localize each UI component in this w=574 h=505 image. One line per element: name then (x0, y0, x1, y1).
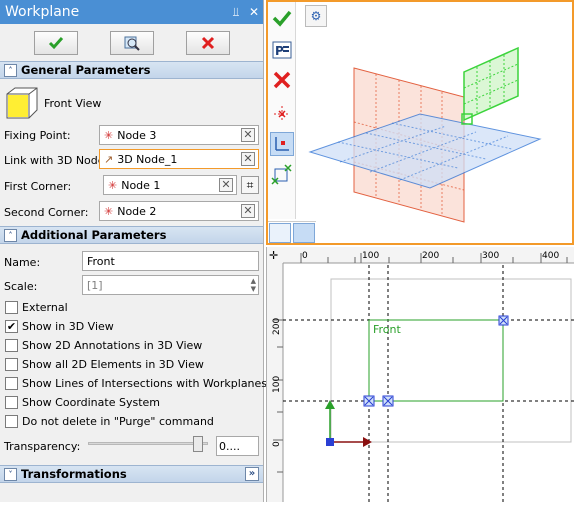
slider-thumb[interactable] (192, 436, 203, 452)
more-icon[interactable]: » (245, 467, 259, 481)
option-checkbox-label: Do not delete in "Purge" command (22, 415, 214, 428)
fixing-point-field[interactable]: ✳ Node 3 ✕ (99, 125, 259, 145)
ruler-tick-label: 0 (302, 251, 308, 261)
ruler-tick-label: 200 (272, 318, 282, 335)
second-corner-field[interactable]: ✳ Node 2 ✕ (99, 201, 259, 221)
node-icon: ✳ (104, 128, 114, 142)
first-corner-label: First Corner: (4, 180, 72, 193)
3d-node-icon: ↗ (104, 152, 114, 166)
scale-value: [1] (87, 278, 103, 292)
clear-link-button[interactable]: ✕ (241, 152, 255, 166)
3d-view[interactable]: P ⚙ (266, 0, 574, 245)
ground-plane (308, 113, 542, 189)
workplane-panel: Workplane ⫫ ✕ ˄ General Parameters Front… (0, 0, 268, 502)
clear-first-corner-button[interactable]: ✕ (219, 178, 233, 192)
preview-button[interactable] (109, 31, 154, 55)
link-3d-node-value: 3D Node_1 (117, 152, 178, 166)
option-checkbox-label: Show 2D Annotations in 3D View (22, 339, 203, 352)
additional-parameters-header[interactable]: ˄ Additional Parameters (0, 226, 263, 244)
move-icon[interactable]: ✛ (269, 249, 278, 262)
expand-icon[interactable]: ˅ (4, 467, 17, 481)
fixing-point-value: Node 3 (117, 128, 157, 142)
link-3d-node-label: Link with 3D Node: (4, 154, 109, 167)
first-corner-field[interactable]: ✳ Node 1 ✕ (103, 175, 237, 195)
apply-icon[interactable] (270, 6, 294, 30)
name-input[interactable]: Front (82, 251, 259, 271)
ok-button[interactable] (33, 31, 78, 55)
name-label: Name: (4, 256, 41, 269)
scale-input[interactable]: [1] ▲ ▼ (82, 275, 259, 295)
snap-corner-icon[interactable]: ⌗ (241, 176, 259, 194)
workplane-name-label: Front (373, 323, 402, 336)
panel-toolbar (0, 24, 263, 62)
ruler-tick-label: 200 (422, 251, 439, 261)
second-corner-label: Second Corner: (4, 206, 89, 219)
additional-parameters-title: Additional Parameters (21, 228, 167, 242)
name-value: Front (87, 254, 115, 268)
transparency-slider[interactable] (88, 436, 208, 452)
2d-drawing: 0 100 200 300 400 200 100 0 ✛ Front (267, 247, 574, 502)
transformations-header[interactable]: ˅ Transformations » (0, 465, 263, 483)
single-view-tab[interactable] (269, 223, 291, 243)
ruler-tick-label: 100 (272, 376, 282, 393)
parameters-icon[interactable]: P (270, 38, 294, 62)
view-toolbar: P (268, 2, 296, 219)
option-checkbox-label: External (22, 301, 68, 314)
collapse-icon[interactable]: ˄ (4, 228, 17, 242)
option-checkbox[interactable] (5, 396, 18, 409)
option-checkbox-label: Show in 3D View (22, 320, 114, 333)
panel-titlebar: Workplane ⫫ ✕ (0, 0, 263, 24)
axis-icon (325, 400, 372, 447)
pin-icon[interactable]: ⫫ (227, 5, 245, 20)
transparency-input[interactable]: 0.... (216, 436, 259, 456)
general-parameters-header[interactable]: ˄ General Parameters (0, 61, 263, 79)
node-icon: ✳ (104, 204, 114, 218)
option-checkbox[interactable] (5, 377, 18, 390)
close-panel-icon[interactable]: ✕ (245, 5, 263, 19)
option-checkbox-label: Show Lines of Intersections with Workpla… (22, 377, 268, 390)
option-checkbox-label: Show all 2D Elements in 3D View (22, 358, 204, 371)
cancel-button[interactable] (185, 31, 230, 55)
option-checkbox[interactable] (5, 339, 18, 352)
transparency-value: 0.... (219, 439, 240, 453)
node-snap-icon[interactable] (270, 102, 294, 126)
panel-title: Workplane (5, 4, 80, 20)
svg-text:P: P (275, 44, 284, 58)
transparency-label: Transparency: (4, 440, 81, 453)
scale-spinner[interactable]: ▲ ▼ (251, 277, 256, 293)
option-checkbox-label: Show Coordinate System (22, 396, 160, 409)
ruler-tick-label: 100 (362, 251, 379, 261)
second-corner-value: Node 2 (117, 204, 157, 218)
collapse-icon[interactable]: ˄ (4, 63, 17, 77)
view-type-label: Front View (44, 97, 102, 110)
coordinate-system-icon[interactable] (270, 132, 294, 156)
node-icon: ✳ (108, 178, 118, 192)
preview-icon (124, 36, 140, 51)
corners-icon[interactable] (270, 162, 294, 186)
3d-scene (308, 46, 542, 223)
ruler-tick-label: 400 (542, 251, 559, 261)
ruler-tick-label: 300 (482, 251, 499, 261)
scale-label: Scale: (4, 280, 38, 293)
2d-view[interactable]: 0 100 200 300 400 200 100 0 ✛ Front (266, 247, 574, 502)
clear-second-corner-button[interactable]: ✕ (241, 204, 255, 218)
option-checkbox[interactable] (5, 415, 18, 428)
ruler-tick-label: 0 (272, 441, 282, 447)
check-icon (48, 37, 63, 50)
first-corner-value: Node 1 (121, 178, 161, 192)
page-frame (330, 278, 572, 443)
fixing-point-label: Fixing Point: (4, 129, 71, 142)
option-checkbox[interactable] (5, 358, 18, 371)
link-3d-node-field[interactable]: ↗ 3D Node_1 ✕ (99, 149, 259, 169)
cancel-icon (201, 36, 214, 50)
slider-track (88, 442, 208, 445)
option-checkbox[interactable]: ✔ (5, 320, 18, 333)
general-parameters-title: General Parameters (21, 63, 151, 77)
clear-fixing-point-button[interactable]: ✕ (241, 128, 255, 142)
transformations-title: Transformations (21, 467, 127, 481)
cancel-view-icon[interactable] (270, 68, 294, 92)
option-checkbox[interactable] (5, 301, 18, 314)
view-type-icon[interactable] (5, 86, 39, 120)
